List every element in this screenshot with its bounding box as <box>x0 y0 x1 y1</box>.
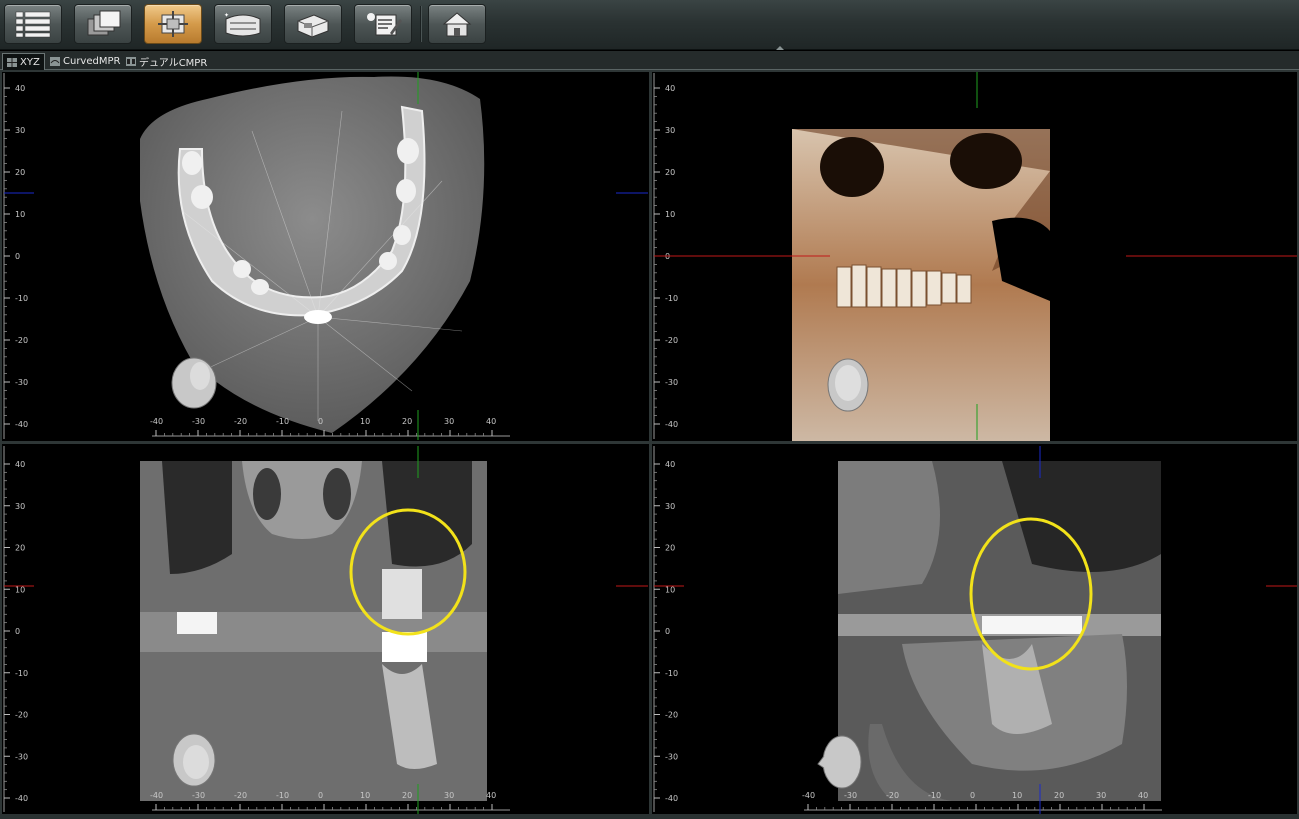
xyz-tab-icon <box>7 57 17 67</box>
curvedmpr-tab-icon <box>50 57 60 66</box>
dual-cmpr-tab-icon <box>126 57 136 66</box>
home-icon <box>442 12 472 37</box>
tab-xyz[interactable]: XYZ <box>2 53 45 70</box>
main-toolbar: ✦ <box>0 0 1299 50</box>
layers-icon <box>87 10 121 36</box>
status-bar <box>0 814 1299 819</box>
tab-curvedmpr[interactable]: CurvedMPR <box>46 53 124 70</box>
axial-slice-viewport[interactable] <box>2 71 650 441</box>
head-orientation-icon <box>171 357 217 409</box>
svg-text:✦: ✦ <box>224 12 229 19</box>
mpr-button[interactable] <box>144 4 202 44</box>
coronal-crown-left <box>177 612 217 634</box>
sagittal-slice-viewport[interactable] <box>652 444 1299 814</box>
head-orientation-icon <box>827 358 869 412</box>
list-view-button[interactable] <box>4 4 62 44</box>
volume-render-viewport[interactable] <box>652 71 1299 441</box>
tab-xyz-label: XYZ <box>20 56 40 68</box>
sagittal-crown <box>982 616 1082 634</box>
orbit-right <box>950 133 1022 189</box>
head-orientation-icon <box>817 735 862 789</box>
axial-metal-artifact <box>304 310 332 324</box>
orbit-left <box>820 137 884 197</box>
coronal-slice-viewport[interactable] <box>2 444 650 814</box>
tab-dual-cmpr-label: デュアルCMPR <box>139 58 208 69</box>
report-button[interactable] <box>354 4 412 44</box>
panorama-button[interactable]: ✦ <box>214 4 272 44</box>
volume-render-button[interactable] <box>284 4 342 44</box>
home-button[interactable] <box>428 4 486 44</box>
report-edit-icon <box>367 13 402 36</box>
list-view-icon <box>15 11 51 38</box>
tab-dual-cmpr[interactable]: デュアルCMPR <box>122 53 211 70</box>
volume-render-icon <box>297 14 329 38</box>
panorama-arch-icon: ✦ <box>224 12 261 37</box>
head-orientation-icon <box>172 733 216 787</box>
view-tab-strip: XYZ CurvedMPR デュアルCMPR <box>0 51 1299 70</box>
mpr-viewer-window: ✦ XYZ CurvedMPR デュアルCMPR 40 30 20 10 0 -… <box>0 0 1299 819</box>
mpr-axes-icon <box>158 11 188 37</box>
tab-curvedmpr-label: CurvedMPR <box>63 56 121 67</box>
toolbar-collapse-grip[interactable] <box>770 46 790 50</box>
layers-button[interactable] <box>74 4 132 44</box>
coronal-crown-right <box>382 632 427 662</box>
coronal-implant-upper <box>382 569 422 619</box>
